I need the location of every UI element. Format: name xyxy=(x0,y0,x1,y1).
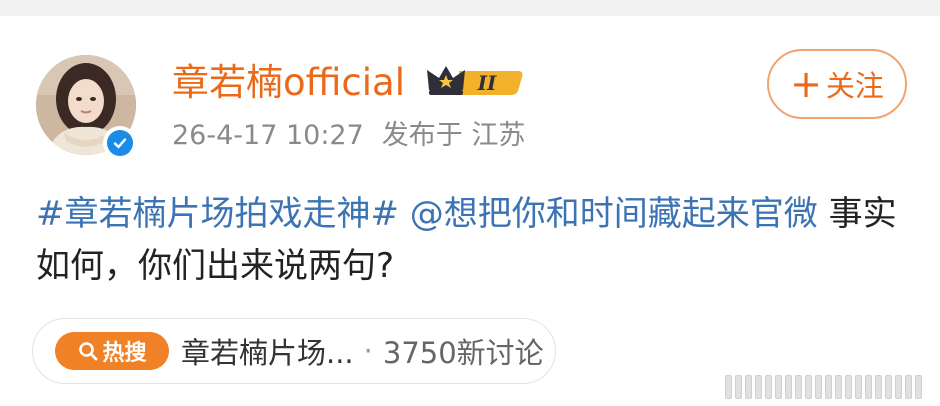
post-content: #章若楠片场拍戏走神# @想把你和时间藏起来官微 事实如何，你们出来说两句? xyxy=(36,188,906,292)
hot-search-card[interactable]: 热搜 章若楠片场... · 3750新讨论 xyxy=(32,318,556,384)
search-icon xyxy=(79,342,98,361)
timestamp: 26-4-17 10:27 xyxy=(172,120,364,151)
hot-search-separator: · xyxy=(363,334,373,368)
location: 发布于 江苏 xyxy=(381,120,526,151)
follow-button[interactable]: + 关注 xyxy=(767,49,907,119)
plus-icon: + xyxy=(790,62,822,106)
hot-search-badge-label: 热搜 xyxy=(102,341,147,366)
topic-link[interactable]: #章若楠片场拍戏走神# xyxy=(36,194,399,234)
hot-search-count: 3750新讨论 xyxy=(382,336,544,370)
mention-link[interactable]: @想把你和时间藏起来官微 xyxy=(410,194,818,234)
top-divider xyxy=(0,0,940,16)
crown-icon[interactable]: II xyxy=(425,62,525,104)
hot-search-title: 章若楠片场... xyxy=(181,336,354,370)
vip-level: II xyxy=(477,71,497,95)
follow-label: 关注 xyxy=(825,69,884,103)
post-meta: 26-4-17 10:27 发布于 江苏 xyxy=(172,118,525,154)
watermark xyxy=(725,373,933,401)
hot-search-badge: 热搜 xyxy=(55,332,169,370)
username[interactable]: 章若楠official xyxy=(172,59,405,107)
verified-icon xyxy=(103,126,137,160)
